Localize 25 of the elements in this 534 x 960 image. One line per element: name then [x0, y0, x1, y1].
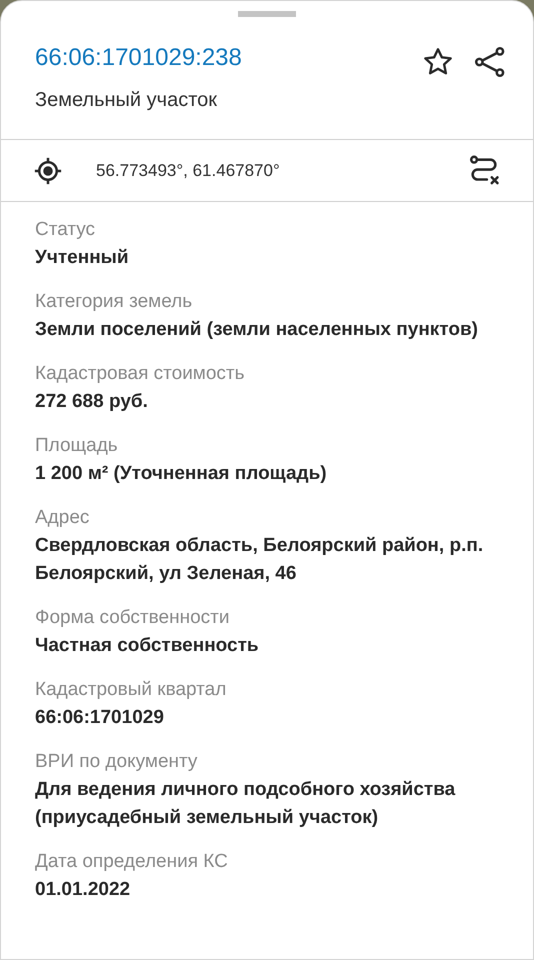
field-label: ВРИ по документу: [35, 750, 198, 774]
field-label: Кадастровая стоимость: [35, 362, 246, 386]
field-label: Категория земель: [35, 290, 194, 314]
field-value: Свердловская область, Белоярский район, р.п. Белоярский, ул Зеленая, 46: [35, 534, 484, 586]
field-value: 01.01.2022: [35, 878, 132, 902]
field-label: Форма собственности: [35, 606, 230, 630]
field-label: Дата определения КС: [35, 850, 229, 874]
field-label: Кадастровый квартал: [35, 678, 228, 702]
location-target-icon[interactable]: [33, 156, 63, 186]
field-label: Адрес: [35, 506, 90, 530]
share-icon[interactable]: [473, 45, 507, 79]
field-value: 1 200 м² (Уточненная площадь): [35, 462, 328, 486]
route-cancel-icon[interactable]: [467, 154, 501, 188]
drag-handle[interactable]: [238, 11, 296, 17]
field-value: Для ведения личного подсобного хозяйства (приусадебный земельный участок): [35, 778, 456, 830]
field-value: Частная собственность: [35, 634, 260, 658]
field-value: 66:06:1701029: [35, 706, 165, 730]
field-label: Статус: [35, 218, 96, 242]
coordinates-text: 56.773493°, 61.467870°: [96, 160, 281, 182]
field-value: Земли поселений (земли населенных пунктов): [35, 318, 479, 342]
cadastral-number: 66:06:1701029:238: [35, 43, 243, 73]
field-label: Площадь: [35, 434, 119, 458]
object-type: Земельный участок: [35, 88, 218, 113]
field-value: 272 688 руб.: [35, 390, 149, 414]
field-value: Учтенный: [35, 246, 130, 270]
